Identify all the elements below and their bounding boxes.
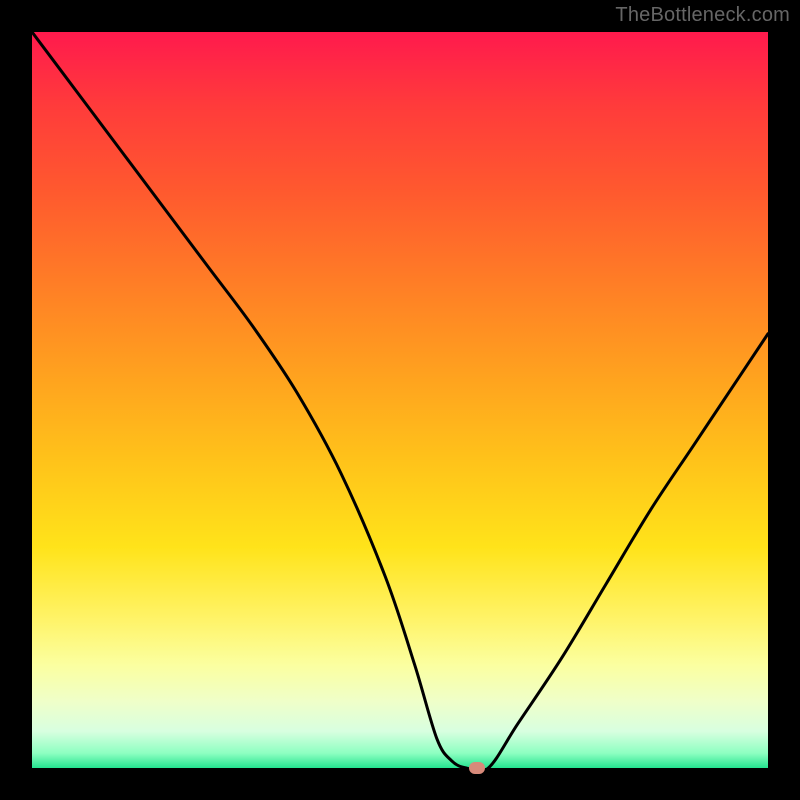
- optimal-point-marker: [469, 762, 485, 774]
- bottleneck-curve-svg: [32, 32, 768, 768]
- bottleneck-curve: [32, 32, 768, 768]
- chart-frame: TheBottleneck.com: [0, 0, 800, 800]
- watermark-text: TheBottleneck.com: [615, 4, 790, 27]
- plot-area: [32, 32, 768, 768]
